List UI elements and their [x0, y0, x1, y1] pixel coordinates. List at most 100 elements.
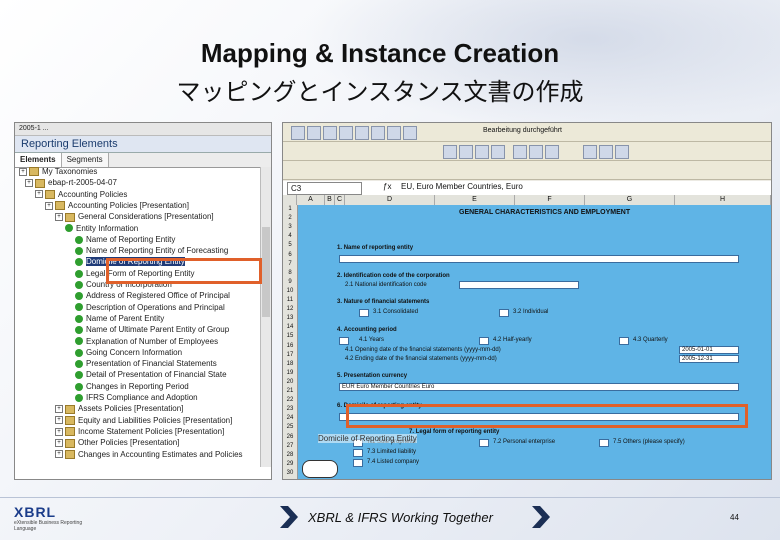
tree-item[interactable]: Name of Parent Entity: [75, 314, 164, 324]
tree-item[interactable]: Entity Information: [65, 224, 138, 234]
expand-icon[interactable]: +: [35, 190, 43, 199]
row-header[interactable]: 14: [283, 323, 297, 332]
expand-icon[interactable]: +: [55, 405, 63, 414]
tree-item[interactable]: Detail of Presentation of Financial Stat…: [75, 370, 227, 380]
expand-icon[interactable]: +: [55, 439, 63, 448]
borders-icon[interactable]: [583, 145, 597, 159]
row-header[interactable]: 21: [283, 387, 297, 396]
cut-icon[interactable]: [371, 126, 385, 140]
row-header[interactable]: 13: [283, 314, 297, 323]
listed-company-checkbox[interactable]: [353, 459, 363, 467]
column-header[interactable]: F: [515, 195, 585, 205]
italic-icon[interactable]: [475, 145, 489, 159]
expand-icon[interactable]: +: [25, 179, 33, 188]
align-center-icon[interactable]: [529, 145, 543, 159]
name-of-entity-field[interactable]: [339, 255, 739, 263]
column-header[interactable]: E: [435, 195, 515, 205]
currency-field[interactable]: EUR Euro Member Countries Euro: [339, 383, 739, 391]
column-header[interactable]: G: [585, 195, 675, 205]
row-header[interactable]: 15: [283, 332, 297, 341]
row-header[interactable]: 1: [283, 205, 297, 214]
column-header[interactable]: A: [297, 195, 325, 205]
underline-icon[interactable]: [491, 145, 505, 159]
consolidated-checkbox[interactable]: [359, 309, 369, 317]
half-yearly-checkbox[interactable]: [479, 337, 489, 345]
tree-item[interactable]: Presentation of Financial Statements: [75, 359, 217, 369]
row-header[interactable]: 30: [283, 469, 297, 478]
scrollbar-thumb[interactable]: [262, 227, 270, 317]
row-header[interactable]: 7: [283, 260, 297, 269]
column-header[interactable]: D: [345, 195, 435, 205]
tree-item[interactable]: + My Taxonomies: [19, 167, 97, 177]
row-header[interactable]: 29: [283, 460, 297, 469]
tree-item[interactable]: + Equity and Liabilities Policies [Presen…: [55, 416, 232, 426]
row-header[interactable]: 25: [283, 423, 297, 432]
opening-date-field[interactable]: 2005-01-01: [679, 346, 739, 354]
row-header[interactable]: 8: [283, 269, 297, 278]
row-header[interactable]: 16: [283, 342, 297, 351]
expand-icon[interactable]: +: [19, 167, 27, 176]
tree-item[interactable]: IFRS Compliance and Adoption: [75, 393, 198, 403]
tree-item[interactable]: Name of Reporting Entity: [75, 235, 175, 245]
tree-item[interactable]: Explanation of Number of Employees: [75, 337, 218, 347]
ending-date-field[interactable]: 2005-12-31: [679, 355, 739, 363]
print-icon[interactable]: [339, 126, 353, 140]
column-header[interactable]: H: [675, 195, 771, 205]
individual-checkbox[interactable]: [499, 309, 509, 317]
tree-item[interactable]: Name of Reporting Entity of Forecasting: [75, 246, 228, 256]
row-header[interactable]: 12: [283, 305, 297, 314]
tree-item[interactable]: Name of Ultimate Parent Entity of Group: [75, 325, 229, 335]
copy-icon[interactable]: [387, 126, 401, 140]
tree-scrollbar[interactable]: [260, 167, 271, 467]
tree-item[interactable]: + Accounting Policies [Presentation]: [45, 201, 189, 211]
font-size-icon[interactable]: [443, 145, 457, 159]
paste-icon[interactable]: [403, 126, 417, 140]
save-icon[interactable]: [323, 126, 337, 140]
formula-input[interactable]: EU, Euro Member Countries, Euro: [401, 182, 523, 191]
tree-item[interactable]: + Income Statement Policies [Presentation…: [55, 427, 224, 437]
bold-icon[interactable]: [459, 145, 473, 159]
row-header[interactable]: 11: [283, 296, 297, 305]
row-header[interactable]: 27: [283, 442, 297, 451]
tree-item[interactable]: Address of Registered Office of Principa…: [75, 291, 230, 301]
row-header[interactable]: 10: [283, 287, 297, 296]
tree-item[interactable]: + Other Policies [Presentation]: [55, 438, 179, 448]
row-header[interactable]: 22: [283, 396, 297, 405]
row-header[interactable]: 28: [283, 451, 297, 460]
align-right-icon[interactable]: [545, 145, 559, 159]
expand-icon[interactable]: +: [55, 450, 63, 459]
expand-icon[interactable]: +: [55, 416, 63, 425]
row-header[interactable]: 23: [283, 405, 297, 414]
row-header[interactable]: 2: [283, 214, 297, 223]
tree-item[interactable]: + General Considerations [Presentation]: [55, 212, 214, 222]
tab-segments[interactable]: Segments: [61, 153, 109, 167]
tree-item[interactable]: Going Concern Information: [75, 348, 182, 358]
row-header[interactable]: 24: [283, 414, 297, 423]
row-header[interactable]: 26: [283, 433, 297, 442]
row-header[interactable]: 19: [283, 369, 297, 378]
identification-code-field[interactable]: [459, 281, 579, 289]
years-checkbox[interactable]: [339, 337, 349, 345]
row-header[interactable]: 3: [283, 223, 297, 232]
expand-icon[interactable]: +: [45, 201, 53, 210]
quarterly-checkbox[interactable]: [619, 337, 629, 345]
new-icon[interactable]: [291, 126, 305, 140]
row-header[interactable]: 20: [283, 378, 297, 387]
row-header[interactable]: 5: [283, 241, 297, 250]
tree-item[interactable]: + Assets Policies [Presentation]: [55, 404, 183, 414]
tree-item[interactable]: Description of Operations and Principal: [75, 303, 225, 313]
column-header[interactable]: B: [325, 195, 335, 205]
tree-item[interactable]: + ebap-rt-2005-04-07: [25, 178, 117, 188]
column-header[interactable]: [283, 195, 297, 205]
name-box[interactable]: C3: [287, 182, 362, 195]
row-header[interactable]: 18: [283, 360, 297, 369]
personal-enterprise-checkbox[interactable]: [479, 439, 489, 447]
tree-item[interactable]: Changes in Reporting Period: [75, 382, 189, 392]
row-header[interactable]: 4: [283, 232, 297, 241]
tree-item[interactable]: + Changes in Accounting Estimates and Pol…: [55, 450, 243, 460]
expand-icon[interactable]: +: [55, 427, 63, 436]
tree-item[interactable]: + Accounting Policies: [35, 190, 127, 200]
expand-icon[interactable]: +: [55, 213, 63, 222]
align-left-icon[interactable]: [513, 145, 527, 159]
fill-color-icon[interactable]: [599, 145, 613, 159]
